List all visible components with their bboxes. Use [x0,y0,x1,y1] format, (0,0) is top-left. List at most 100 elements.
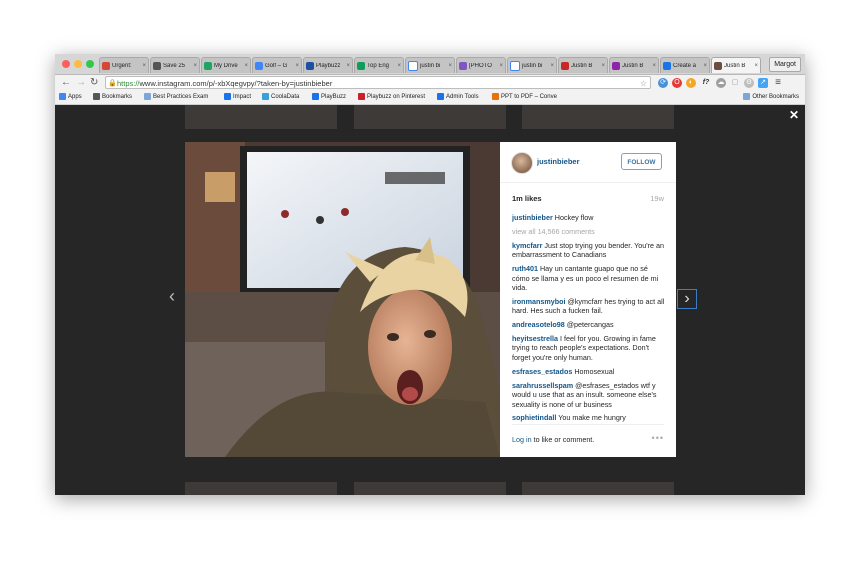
tab-label: Create a [673,62,697,69]
menu-icon[interactable]: ≡ [773,78,783,88]
other-bookmarks[interactable]: Other Bookmarks [743,93,799,100]
bookmark-item[interactable]: Best Practices Exam [144,93,208,100]
close-icon[interactable]: ✕ [789,108,799,122]
browser-tab[interactable]: Create a × [660,57,710,73]
close-window-button[interactable] [62,60,70,68]
extension-page-icon[interactable]: ▢ [730,78,740,88]
tab-close-icon[interactable]: × [499,63,503,69]
browser-tab[interactable]: Playbuzz × [303,57,353,73]
extension-blue-icon[interactable]: ↗ [758,78,768,88]
grid-thumbnail[interactable] [354,105,506,129]
likes-count[interactable]: 1m likes [512,194,542,203]
globe-icon [312,93,319,100]
extension-gear-icon[interactable]: ⚙ [744,78,754,88]
address-bar[interactable]: 🔒 https://www.instagram.com/p/-xbXqegvpy… [105,76,651,89]
tab-close-icon[interactable]: × [397,63,401,69]
post-age: 19w [650,194,664,203]
bookmark-label: Apps [68,93,82,100]
comment-user[interactable]: sophietindall [512,413,556,422]
opera-extension-icon[interactable]: O [672,78,682,88]
page-icon [153,61,161,70]
pinterest-icon [358,93,365,100]
bookmark-item[interactable]: PlayBuzz [312,93,346,100]
next-arrow-icon[interactable]: › [677,289,697,309]
page-icon [612,61,620,70]
bookmark-item[interactable]: Playbuzz on Pinterest [358,93,425,100]
browser-tab[interactable]: Justin B × [711,57,761,73]
grid-thumbnail[interactable] [185,482,337,495]
grid-thumbnail[interactable] [185,105,337,129]
avatar[interactable] [511,152,533,174]
login-prompt: Log in to like or comment. [512,435,594,444]
login-link[interactable]: Log in [512,435,532,444]
forward-arrow-icon[interactable]: → [76,76,86,90]
post-photo[interactable] [185,142,500,457]
browser-tab[interactable]: Golf – G × [252,57,302,73]
comment-user[interactable]: ironmansmyboi [512,297,566,306]
tab-close-icon[interactable]: × [550,63,554,69]
tab-close-icon[interactable]: × [601,63,605,69]
browser-tab[interactable]: My Drive × [201,57,251,73]
follow-button[interactable]: FOLLOW [621,153,662,170]
view-all-comments-link[interactable]: view all 14,566 comments [512,227,666,236]
minimize-window-button[interactable] [74,60,82,68]
bookmark-item[interactable]: Admin Tools [437,93,479,100]
instagram-icon [714,61,722,70]
browser-tab[interactable]: Top Eng × [354,57,404,73]
tab-close-icon[interactable]: × [142,63,146,69]
post-username[interactable]: justinbieber [537,157,580,166]
extension-color-icon[interactable]: ◐ [686,78,696,88]
bookmark-star-icon[interactable]: ☆ [640,77,647,90]
tab-close-icon[interactable]: × [448,63,452,69]
comment-user[interactable]: esfrases_estados [512,367,572,376]
profile-button[interactable]: Margot [769,57,801,72]
comment-user[interactable]: sarahrussellspam [512,381,573,390]
bookmark-label: Bookmarks [102,93,133,100]
browser-tab[interactable]: Justin B × [609,57,659,73]
browser-tab[interactable]: justin bi × [405,57,455,73]
tab-label: Justin B [622,62,644,69]
reload-icon[interactable]: ↻ [90,76,98,90]
previous-arrow-icon[interactable]: ‹ [169,286,175,307]
grid-thumbnail[interactable] [522,482,674,495]
browser-tab[interactable]: Justin B × [558,57,608,73]
tab-close-icon[interactable]: × [295,63,299,69]
bookmark-label: PlayBuzz [321,93,347,100]
grid-thumbnail[interactable] [522,105,674,129]
bookmark-item[interactable]: Apps [59,93,82,100]
comment-user[interactable]: ruth401 [512,264,538,273]
tab-label: Urgent: [112,62,132,69]
font-extension-icon[interactable]: f? [701,78,711,88]
bookmark-item[interactable]: Bookmarks [93,93,132,100]
browser-tab[interactable]: Save 25 × [150,57,200,73]
tab-close-icon[interactable]: × [652,63,656,69]
back-arrow-icon[interactable]: ← [61,76,71,90]
bookmark-item[interactable]: Impact [224,93,251,100]
tab-close-icon[interactable]: × [193,63,197,69]
browser-toolbar: ← → ↻ 🔒 https://www.instagram.com/p/-xbX… [55,75,805,91]
tab-label: Justin B [724,62,746,69]
post-details-panel: justinbieber FOLLOW 1m likes 19w justinb… [500,142,676,457]
comment-user[interactable]: heyitsestrella [512,334,558,343]
tab-label: [PHOTO [469,62,492,69]
bookmark-item[interactable]: PPT to PDF – Conve [492,93,557,100]
more-options-icon[interactable]: ••• [652,433,664,443]
extension-cloud-icon[interactable]: ☁ [716,78,726,88]
browser-tab[interactable]: [PHOTO × [456,57,506,73]
maximize-window-button[interactable] [86,60,94,68]
tab-close-icon[interactable]: × [346,63,350,69]
tab-close-icon[interactable]: × [703,63,707,69]
tab-close-icon[interactable]: × [244,63,248,69]
tab-close-icon[interactable]: × [754,63,758,69]
grid-thumbnail[interactable] [354,482,506,495]
caption-user[interactable]: justinbieber [512,213,553,222]
page-icon [262,93,269,100]
comment-user[interactable]: kymcfarr [512,241,542,250]
extension-share-icon[interactable]: ⟳ [658,78,668,88]
comment-user[interactable]: andreasotelo98 [512,320,565,329]
selfie-image [185,142,500,457]
browser-tab[interactable]: justin bi × [507,57,557,73]
browser-tab[interactable]: Urgent: × [99,57,149,73]
bookmark-item[interactable]: CoolaData [262,93,299,100]
tab-label: My Drive [214,62,238,69]
